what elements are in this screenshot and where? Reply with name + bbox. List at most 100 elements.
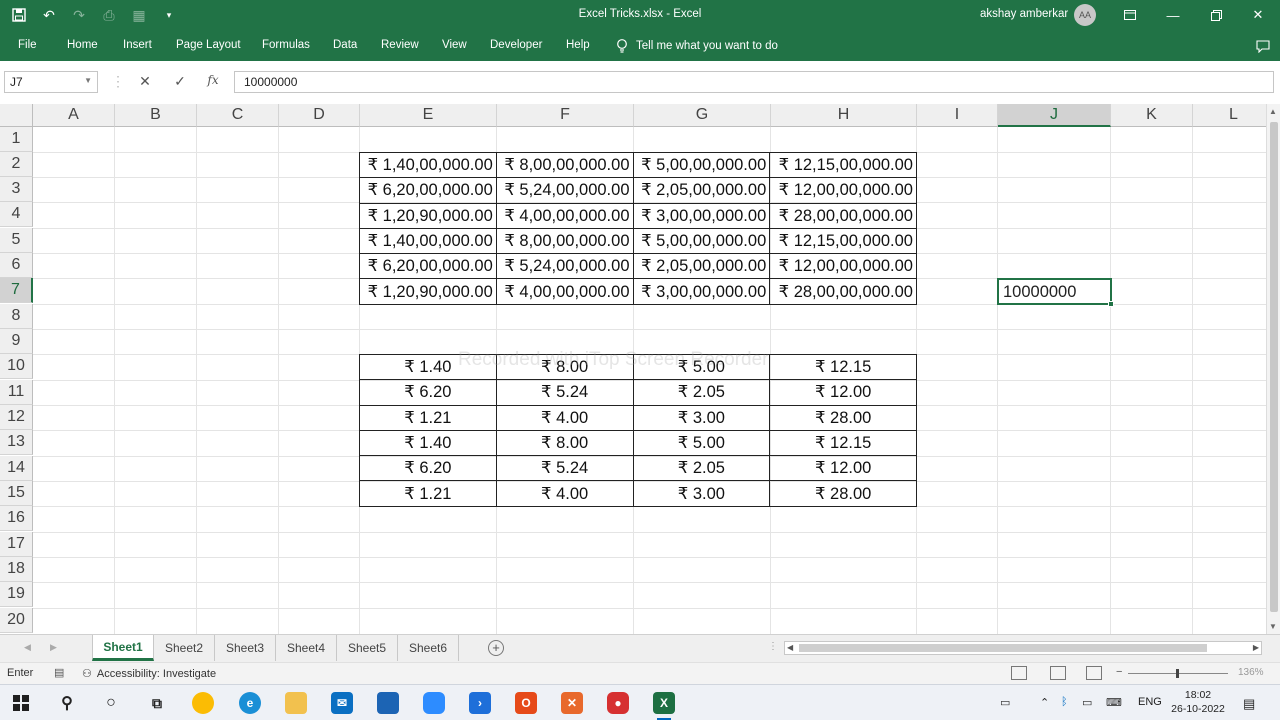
table-cell[interactable]: ₹ 3,00,00,000.00 xyxy=(632,202,771,229)
row-header-20[interactable]: 20 xyxy=(0,608,33,633)
tab-developer[interactable]: Developer xyxy=(490,39,542,51)
row-header-5[interactable]: 5 xyxy=(0,228,33,253)
table-cell[interactable]: ₹ 1.40 xyxy=(359,429,497,457)
zoom-level[interactable]: 136% xyxy=(1238,667,1264,678)
chrome-icon[interactable] xyxy=(192,692,214,714)
tab-help[interactable]: Help xyxy=(566,39,590,51)
restore-icon[interactable] xyxy=(1203,4,1229,26)
xampp-icon[interactable]: ✕ xyxy=(561,692,583,714)
column-header-f[interactable]: F xyxy=(497,104,634,127)
avatar[interactable]: AA xyxy=(1074,4,1096,26)
table-cell[interactable]: ₹ 1.40 xyxy=(359,353,497,381)
scroll-right-icon[interactable]: ▶ xyxy=(1253,643,1259,652)
table-cell[interactable]: ₹ 12,15,00,000.00 xyxy=(769,227,917,255)
table-cell[interactable]: ₹ 6.20 xyxy=(359,455,497,482)
form-icon[interactable]: ▦ xyxy=(130,6,148,24)
table-cell[interactable]: ₹ 5.00 xyxy=(632,353,771,381)
table-cell[interactable]: ₹ 1.21 xyxy=(359,404,497,431)
powershell-icon[interactable]: › xyxy=(469,692,491,714)
tab-home[interactable]: Home xyxy=(67,39,98,51)
active-cell-j7[interactable]: 10000000 xyxy=(997,278,1114,307)
scroll-down-icon[interactable]: ▼ xyxy=(1269,622,1277,631)
table-cell[interactable]: ₹ 28.00 xyxy=(769,404,917,431)
horizontal-scrollbar[interactable]: ◀ ▶ xyxy=(784,641,1262,655)
row-header-3[interactable]: 3 xyxy=(0,177,33,202)
table-cell[interactable]: ₹ 2.05 xyxy=(632,455,771,482)
next-sheet-icon[interactable]: ▶ xyxy=(50,642,57,653)
undo-icon[interactable]: ↶ xyxy=(40,6,58,24)
table-cell[interactable]: ₹ 1,40,00,000.00 xyxy=(359,151,497,179)
table-cell[interactable]: ₹ 5,00,00,000.00 xyxy=(632,151,771,179)
sheet-tab-sheet1[interactable]: Sheet1 xyxy=(92,635,154,661)
row-header-10[interactable]: 10 xyxy=(0,354,33,379)
page-layout-view-icon[interactable] xyxy=(1050,666,1066,680)
column-header-h[interactable]: H xyxy=(771,104,917,127)
bluetooth-icon[interactable]: ᛒ xyxy=(1061,696,1068,708)
keyboard-icon[interactable]: ▭ xyxy=(1000,696,1010,709)
table-cell[interactable]: ₹ 5,24,00,000.00 xyxy=(495,177,634,204)
table-cell[interactable]: ₹ 3.00 xyxy=(632,404,771,431)
vertical-scrollbar[interactable]: ▲ ▼ xyxy=(1266,104,1280,634)
table-cell[interactable]: ₹ 2.05 xyxy=(632,379,771,406)
insert-function-icon[interactable]: fx xyxy=(203,73,223,91)
row-header-2[interactable]: 2 xyxy=(0,152,33,177)
table-cell[interactable]: ₹ 5.24 xyxy=(495,455,634,482)
column-header-b[interactable]: B xyxy=(115,104,197,127)
row-header-9[interactable]: 9 xyxy=(0,329,33,354)
table-cell[interactable]: ₹ 12.15 xyxy=(769,429,917,457)
input-keyboard-icon[interactable]: ⌨ xyxy=(1106,696,1122,709)
name-box[interactable]: J7 ▼ xyxy=(4,71,98,93)
zoom-slider-knob[interactable] xyxy=(1176,669,1179,678)
tab-data[interactable]: Data xyxy=(333,39,357,51)
column-header-j[interactable]: J xyxy=(998,104,1111,127)
scroll-thumb[interactable] xyxy=(799,644,1207,652)
row-header-14[interactable]: 14 xyxy=(0,456,33,481)
notification-icon[interactable]: ▤ xyxy=(1243,696,1255,712)
tell-me-search[interactable]: Tell me what you want to do xyxy=(616,39,778,53)
column-header-e[interactable]: E xyxy=(360,104,497,127)
worksheet-grid[interactable]: A B C D E F G H I J K L 1 2 3 4 5 6 7 8 … xyxy=(0,104,1266,634)
table-cell[interactable]: ₹ 4,00,00,000.00 xyxy=(495,278,634,305)
sheet-tab-sheet5[interactable]: Sheet5 xyxy=(337,635,398,661)
table-cell[interactable]: ₹ 8.00 xyxy=(495,429,634,457)
scroll-left-icon[interactable]: ◀ xyxy=(787,643,793,652)
comments-icon[interactable] xyxy=(1250,35,1276,57)
table-cell[interactable]: ₹ 12,15,00,000.00 xyxy=(769,151,917,179)
table-cell[interactable]: ₹ 1,40,00,000.00 xyxy=(359,227,497,255)
tab-review[interactable]: Review xyxy=(381,39,419,51)
ribbon-display-options-icon[interactable] xyxy=(1117,4,1143,26)
previous-sheet-icon[interactable]: ◀ xyxy=(24,642,31,653)
chevron-down-icon[interactable]: ▼ xyxy=(84,76,92,85)
table-cell[interactable]: ₹ 1.21 xyxy=(359,480,497,507)
row-header-12[interactable]: 12 xyxy=(0,405,33,430)
scroll-thumb[interactable] xyxy=(1270,122,1278,612)
battery-icon[interactable]: ▭ xyxy=(1082,696,1092,709)
table-cell[interactable]: ₹ 5.24 xyxy=(495,379,634,406)
table-cell[interactable]: ₹ 4,00,00,000.00 xyxy=(495,202,634,229)
print-icon[interactable]: ⎙ xyxy=(100,6,118,24)
tab-view[interactable]: View xyxy=(442,39,467,51)
task-view-icon[interactable]: ⧉ xyxy=(146,692,168,714)
row-header-8[interactable]: 8 xyxy=(0,304,33,329)
screen-recorder-icon[interactable]: ● xyxy=(607,692,629,714)
column-header-c[interactable]: C xyxy=(197,104,279,127)
row-header-15[interactable]: 15 xyxy=(0,481,33,506)
column-header-l[interactable]: L xyxy=(1193,104,1266,127)
cortana-icon[interactable]: ○ xyxy=(100,692,122,714)
row-header-16[interactable]: 16 xyxy=(0,506,33,531)
table-cell[interactable]: ₹ 6,20,00,000.00 xyxy=(359,177,497,204)
row-header-1[interactable]: 1 xyxy=(0,127,33,152)
windows-start-icon[interactable] xyxy=(10,692,32,714)
table-cell[interactable]: ₹ 5,24,00,000.00 xyxy=(495,253,634,280)
enter-icon[interactable]: ✓ xyxy=(170,73,190,91)
zoom-app-icon[interactable] xyxy=(423,692,445,714)
table-cell[interactable]: ₹ 6,20,00,000.00 xyxy=(359,253,497,280)
tab-file[interactable]: File xyxy=(18,39,37,51)
row-header-17[interactable]: 17 xyxy=(0,532,33,557)
table-cell[interactable]: ₹ 28,00,00,000.00 xyxy=(769,278,917,305)
table-cell[interactable]: ₹ 6.20 xyxy=(359,379,497,406)
column-header-g[interactable]: G xyxy=(634,104,771,127)
tab-formulas[interactable]: Formulas xyxy=(262,39,310,51)
formula-input[interactable]: 10000000 xyxy=(234,71,1274,93)
column-header-d[interactable]: D xyxy=(279,104,360,127)
